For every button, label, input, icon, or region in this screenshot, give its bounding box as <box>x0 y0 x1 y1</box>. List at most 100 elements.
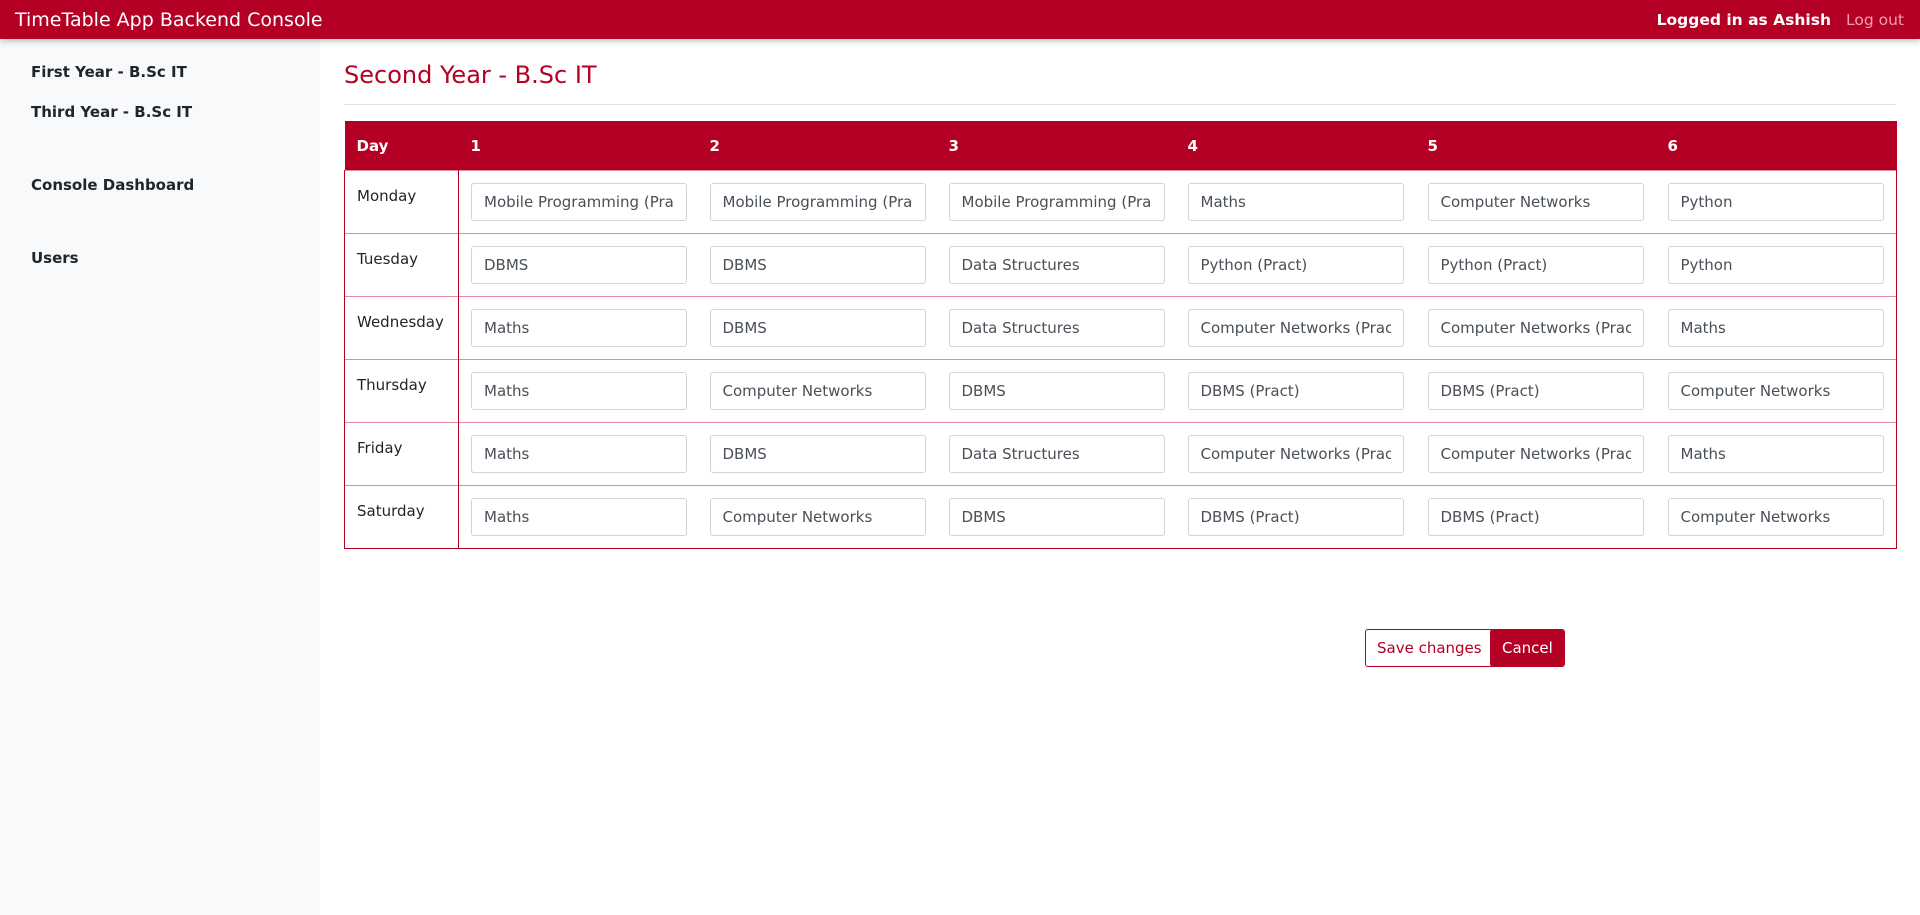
page-title: Second Year - B.Sc IT <box>344 61 597 89</box>
period-cell <box>458 296 698 360</box>
period-input[interactable] <box>1427 309 1644 347</box>
top-navbar: TimeTable App Backend Console Logged in … <box>0 0 1920 39</box>
timetable: Day 1 2 3 4 5 6 Monday Tuesday <box>344 121 1897 549</box>
period-input[interactable] <box>1427 246 1644 284</box>
period-cell <box>1655 233 1897 297</box>
user-area: Logged in as Ashish Log out <box>1657 11 1904 29</box>
period-input[interactable] <box>709 246 926 284</box>
column-header-period-3: 3 <box>936 121 1176 171</box>
sidebar-item-third-year[interactable]: Third Year - B.Sc IT <box>31 103 192 121</box>
column-header-period-4: 4 <box>1175 121 1416 171</box>
period-input[interactable] <box>948 246 1165 284</box>
period-input[interactable] <box>1427 498 1644 536</box>
period-input[interactable] <box>1187 498 1404 536</box>
period-cell <box>1175 170 1416 234</box>
period-input[interactable] <box>1187 246 1404 284</box>
day-label: Tuesday <box>357 250 419 268</box>
period-cell <box>936 233 1176 297</box>
period-input[interactable] <box>1187 435 1404 473</box>
table-header-row: Day 1 2 3 4 5 6 <box>344 121 1897 171</box>
logged-in-text: Logged in as Ashish <box>1656 10 1831 29</box>
title-divider <box>344 104 1896 105</box>
period-input[interactable] <box>1667 498 1884 536</box>
period-input[interactable] <box>471 372 687 410</box>
period-cell <box>1175 233 1416 297</box>
sidebar-item-users[interactable]: Users <box>31 249 79 267</box>
period-input[interactable] <box>1667 309 1884 347</box>
period-cell <box>1415 170 1656 234</box>
period-cell <box>1415 233 1656 297</box>
period-cell <box>1415 359 1656 423</box>
period-cell <box>458 170 698 234</box>
period-input[interactable] <box>1427 372 1644 410</box>
period-input[interactable] <box>948 435 1165 473</box>
period-cell <box>1655 359 1897 423</box>
period-cell <box>1415 296 1656 360</box>
day-label: Friday <box>357 439 403 457</box>
period-input[interactable] <box>1667 435 1884 473</box>
day-cell: Monday <box>344 170 459 234</box>
period-input[interactable] <box>709 372 926 410</box>
period-input[interactable] <box>709 435 926 473</box>
period-cell <box>458 359 698 423</box>
period-input[interactable] <box>709 309 926 347</box>
day-label: Saturday <box>357 502 425 520</box>
period-cell <box>936 485 1176 549</box>
period-input[interactable] <box>471 246 687 284</box>
day-label: Monday <box>357 187 417 205</box>
period-input[interactable] <box>709 498 926 536</box>
period-cell <box>697 485 937 549</box>
table-row: Thursday <box>344 359 1897 423</box>
table-row: Friday <box>344 422 1897 486</box>
table-row: Wednesday <box>344 296 1897 360</box>
table-row: Saturday <box>344 485 1897 549</box>
period-input[interactable] <box>471 435 687 473</box>
table-row: Tuesday <box>344 233 1897 297</box>
period-cell <box>1175 359 1416 423</box>
sidebar-item-console-dashboard[interactable]: Console Dashboard <box>31 176 194 194</box>
period-cell <box>1655 170 1897 234</box>
sidebar: First Year - B.Sc IT Third Year - B.Sc I… <box>0 39 320 915</box>
period-cell <box>1175 422 1416 486</box>
period-cell <box>1175 296 1416 360</box>
period-input[interactable] <box>1187 183 1404 221</box>
period-input[interactable] <box>1427 183 1644 221</box>
sidebar-item-first-year[interactable]: First Year - B.Sc IT <box>31 63 187 81</box>
logout-link[interactable]: Log out <box>1846 11 1904 29</box>
period-cell <box>697 359 937 423</box>
period-input[interactable] <box>1667 246 1884 284</box>
period-input[interactable] <box>471 498 687 536</box>
period-input[interactable] <box>1667 183 1884 221</box>
period-cell <box>697 233 937 297</box>
period-input[interactable] <box>948 183 1165 221</box>
day-label: Wednesday <box>357 313 444 331</box>
period-cell <box>697 296 937 360</box>
period-input[interactable] <box>1187 372 1404 410</box>
period-input[interactable] <box>948 372 1165 410</box>
period-cell <box>697 422 937 486</box>
period-input[interactable] <box>1427 435 1644 473</box>
period-cell <box>936 170 1176 234</box>
day-cell: Wednesday <box>344 296 459 360</box>
period-cell <box>1655 485 1897 549</box>
column-header-period-1: 1 <box>458 121 698 171</box>
period-input[interactable] <box>471 183 687 221</box>
period-cell <box>1655 296 1897 360</box>
period-cell <box>458 422 698 486</box>
period-input[interactable] <box>709 183 926 221</box>
period-cell <box>936 359 1176 423</box>
day-cell: Tuesday <box>344 233 459 297</box>
cancel-button[interactable]: Cancel <box>1490 629 1565 667</box>
period-cell <box>1415 422 1656 486</box>
table-row: Monday <box>344 170 1897 234</box>
period-cell <box>1655 422 1897 486</box>
period-input[interactable] <box>948 498 1165 536</box>
save-changes-button[interactable]: Save changes <box>1365 629 1494 667</box>
period-input[interactable] <box>471 309 687 347</box>
period-cell <box>936 422 1176 486</box>
column-header-period-6: 6 <box>1655 121 1897 171</box>
period-input[interactable] <box>1667 372 1884 410</box>
period-input[interactable] <box>1187 309 1404 347</box>
app-brand[interactable]: TimeTable App Backend Console <box>15 9 323 31</box>
period-input[interactable] <box>948 309 1165 347</box>
